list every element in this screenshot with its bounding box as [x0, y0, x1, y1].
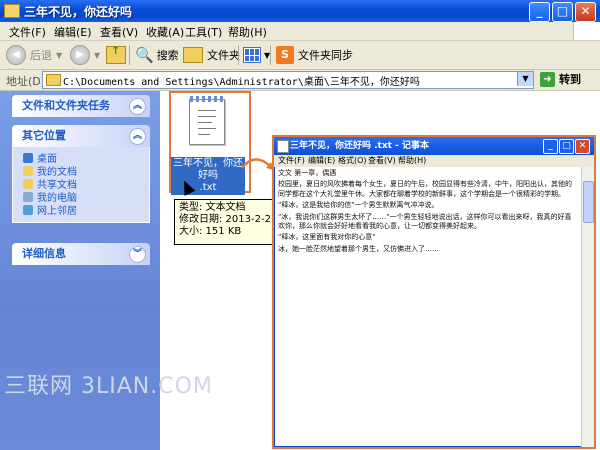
views-icon [243, 47, 261, 63]
link-network-places-label: 网上邻居 [37, 206, 77, 217]
views-button[interactable]: ▼ [243, 45, 270, 65]
folder-icon [46, 74, 61, 86]
link-network-places[interactable]: 网上邻居 [23, 203, 141, 217]
details-panel: 详细信息 ︾ [12, 243, 150, 265]
maximize-button[interactable]: □ [552, 2, 573, 22]
address-dropdown-icon[interactable]: ▼ [517, 72, 533, 86]
notepad-paragraph: "释冰，这里面有我对你的心意" [278, 233, 376, 242]
go-button[interactable]: ➜ 转到 [540, 71, 581, 87]
notepad-window[interactable]: 三年不见，你还好吗 .txt - 记事本 _ □ ✕ 文件(F) 编辑(E) 格… [272, 135, 596, 449]
other-places-title: 其它位置 [22, 129, 66, 142]
other-places-header[interactable]: 其它位置 ︽ [12, 125, 150, 147]
file-item[interactable]: 三年不见，你还好吗 .txt [169, 91, 251, 195]
sync-icon: S [276, 46, 294, 64]
tooltip-date: 修改日期: 2013-2-27 [179, 214, 278, 225]
menu-bar: 文件(F) 编辑(E) 查看(V) 收藏(A) 工具(T) 帮助(H) [0, 22, 600, 41]
notepad-menu-file[interactable]: 文件(F) [278, 155, 305, 167]
toolbar: ◀ 后退 ▼ ▶ ▼ ↑ 🔍 搜索 文件夹 ▼ S 文件夹同步 [0, 41, 600, 70]
back-dropdown-icon: ▼ [56, 50, 63, 60]
notepad-paragraph: "冰，我说你们这群男生太坏了……"一个男生轻轻地说出话，这样你可以看出来呀，我真… [278, 212, 572, 231]
chevron-up-icon[interactable]: ︽ [129, 98, 146, 115]
chevron-down-icon[interactable]: ︾ [129, 246, 146, 263]
desktop-icon [23, 152, 33, 163]
folders-button[interactable]: 文件夹 [183, 45, 240, 65]
minimize-button[interactable]: _ [529, 2, 550, 22]
folders-label: 文件夹 [207, 49, 240, 62]
notepad-menu-format[interactable]: 格式(O) [338, 155, 367, 167]
notepad-paragraph: 冰，她一脸茫然地望着那个男生，又仿佛进入了…… [278, 244, 439, 253]
notepad-minimize-button[interactable]: _ [543, 139, 558, 154]
window-title: 三年不见，你还好吗 [24, 5, 133, 19]
up-folder-button[interactable]: ↑ [106, 44, 126, 65]
notepad-menu-view[interactable]: 查看(V) [368, 155, 396, 167]
chevron-up-icon[interactable]: ︽ [129, 128, 146, 145]
address-bar: 地址(D) C:\Documents and Settings\Administ… [0, 70, 600, 91]
back-label: 后退 [30, 49, 52, 62]
text-document-icon [189, 96, 225, 145]
notepad-maximize-button[interactable]: □ [559, 139, 574, 154]
back-button[interactable]: ◀ 后退 ▼ [6, 45, 62, 65]
notepad-paragraph: "释冰，这是我给你的信"一个男生默默离气冲冲说。 [278, 201, 439, 210]
address-label: 地址(D) [6, 75, 46, 88]
address-value: C:\Documents and Settings\Administrator\… [63, 77, 420, 88]
notepad-menu-edit[interactable]: 编辑(E) [308, 155, 335, 167]
menu-file[interactable]: 文件(F) [9, 24, 46, 40]
other-places-panel: 其它位置 ︽ 桌面 我的文档 共享文档 我的电脑 网上邻居 [12, 125, 150, 223]
tasks-panel: 文件和文件夹任务 ︽ [12, 95, 150, 117]
notepad-app-icon [277, 140, 289, 153]
watermark: 三联网 3LIAN.COM [4, 374, 213, 399]
notepad-paragraph: 文文 第一章，偶遇 [278, 169, 337, 177]
close-button[interactable]: ✕ [575, 2, 596, 22]
network-places-icon [23, 204, 33, 215]
menu-edit[interactable]: 编辑(E) [54, 24, 92, 40]
menu-tools[interactable]: 工具(T) [185, 24, 222, 40]
forward-arrow-icon: ▶ [70, 45, 90, 65]
notepad-menu-bar: 文件(F) 编辑(E) 格式(O) 查看(V) 帮助(H) [274, 155, 594, 167]
notepad-text-area[interactable]: 文文 第一章，偶遇 校园里，夏日的风吹拂着每个女生，夏日的午后，校园显得有些冷清… [278, 169, 574, 445]
notepad-scrollbar[interactable] [581, 167, 594, 447]
other-places-list: 桌面 我的文档 共享文档 我的电脑 网上邻居 [12, 147, 150, 223]
folder-sync-label: 文件夹同步 [298, 49, 353, 62]
details-panel-title: 详细信息 [22, 247, 66, 260]
windows-logo [573, 22, 600, 40]
folder-icon [4, 4, 20, 18]
address-input[interactable]: C:\Documents and Settings\Administrator\… [42, 71, 534, 89]
scrollbar-thumb[interactable] [583, 181, 594, 223]
notepad-paragraph: 校园里，夏日的风吹拂着每个女生，夏日的午后，校园显得有些冷清，中午，阳阳出认，其… [278, 180, 572, 198]
shared-documents-icon [23, 178, 33, 189]
window-title-bar[interactable]: 三年不见，你还好吗 _ □ ✕ [0, 0, 600, 22]
file-name-line1: 三年不见，你还好吗 [173, 158, 243, 181]
menu-favorites[interactable]: 收藏(A) [146, 24, 184, 40]
tooltip-size: 大小: 151 KB [179, 226, 242, 237]
go-label: 转到 [559, 73, 581, 86]
tooltip-type: 类型: 文本文档 [179, 202, 246, 213]
menu-help[interactable]: 帮助(H) [228, 24, 267, 40]
notepad-title: 三年不见，你还好吗 .txt - 记事本 [290, 141, 429, 151]
tasks-panel-title: 文件和文件夹任务 [22, 99, 110, 112]
search-button[interactable]: 🔍 搜索 [135, 45, 179, 65]
forward-button[interactable]: ▶ ▼ [70, 45, 100, 65]
my-computer-icon [23, 191, 33, 202]
folders-icon [183, 47, 203, 63]
my-documents-icon [23, 165, 33, 176]
forward-dropdown-icon: ▼ [94, 50, 101, 60]
notepad-menu-help[interactable]: 帮助(H) [398, 155, 426, 167]
details-panel-header[interactable]: 详细信息 ︾ [12, 243, 150, 265]
notepad-title-bar[interactable]: 三年不见，你还好吗 .txt - 记事本 _ □ ✕ [274, 137, 594, 155]
search-icon: 🔍 [135, 46, 154, 64]
folder-sync-button[interactable]: S 文件夹同步 [276, 45, 353, 65]
up-folder-icon: ↑ [106, 44, 126, 64]
search-label: 搜索 [156, 49, 179, 62]
menu-view[interactable]: 查看(V) [100, 24, 138, 40]
go-arrow-icon: ➜ [540, 71, 555, 87]
file-tooltip: 类型: 文本文档 修改日期: 2013-2-27 大小: 151 KB [174, 199, 286, 245]
tasks-panel-header[interactable]: 文件和文件夹任务 ︽ [12, 95, 150, 117]
back-arrow-icon: ◀ [6, 45, 26, 65]
notepad-close-button[interactable]: ✕ [575, 139, 590, 154]
